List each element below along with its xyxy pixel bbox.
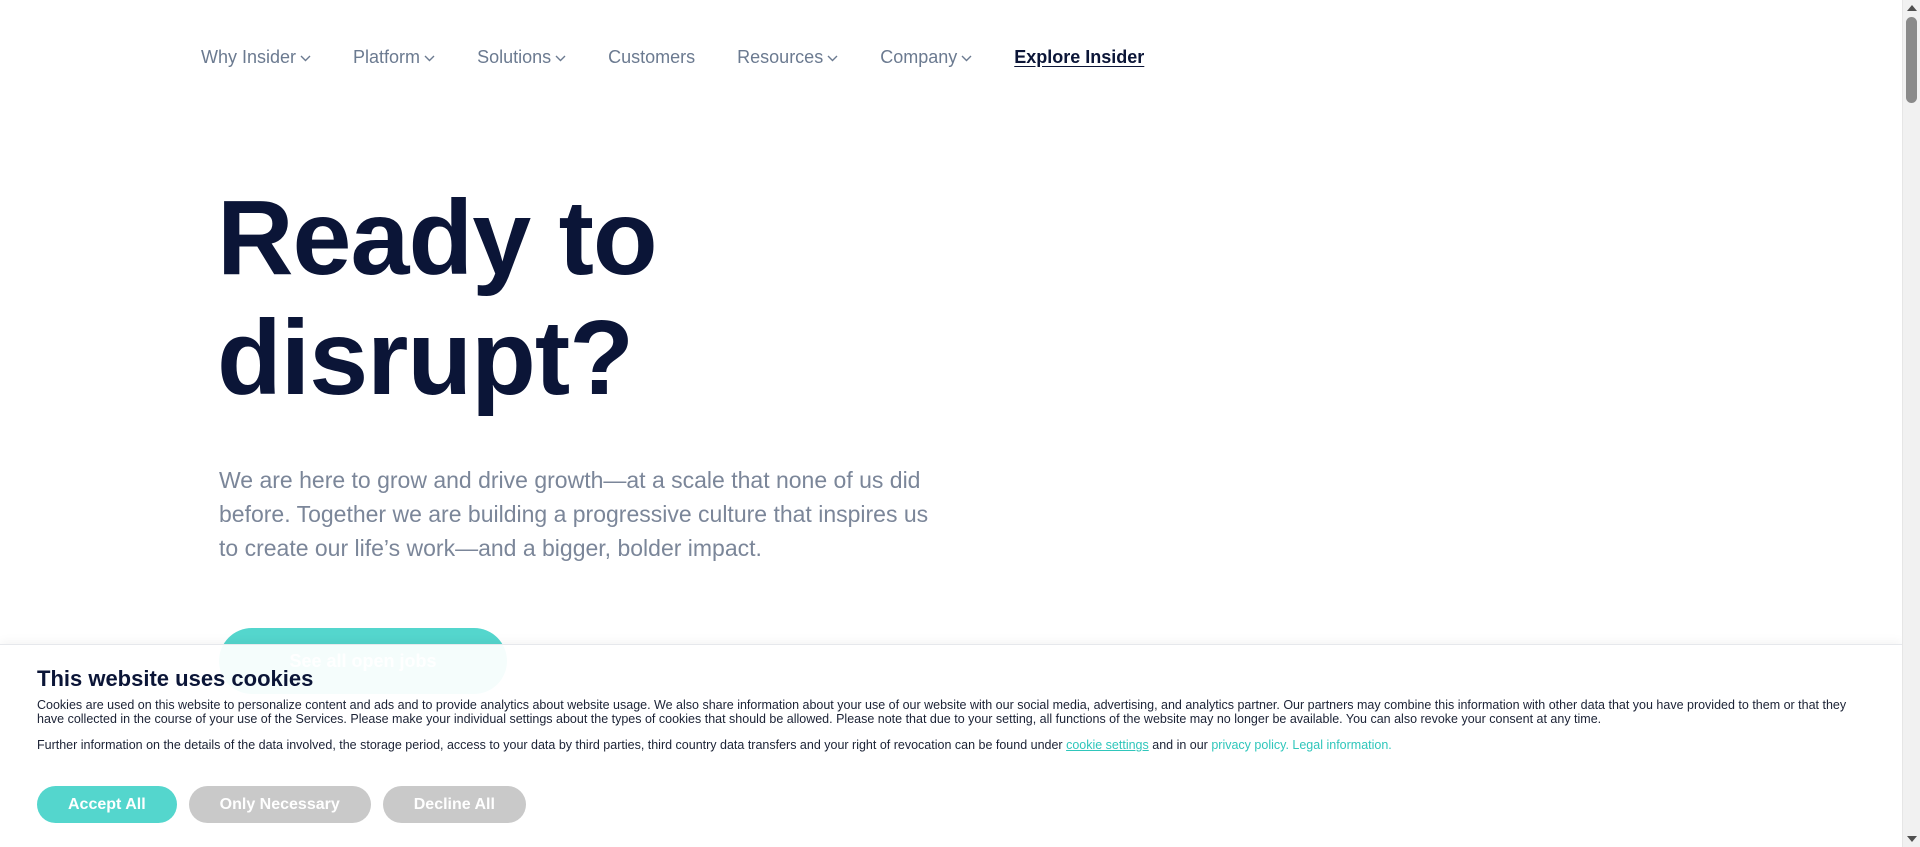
hero-title-line-1: Ready to [217, 179, 658, 297]
scroll-up-arrow-icon[interactable] [1907, 5, 1917, 11]
nav-item-resources[interactable]: Resources [737, 47, 838, 68]
accept-all-button[interactable]: Accept All [37, 786, 177, 823]
cookie-settings-link[interactable]: cookie settings [1066, 738, 1149, 752]
nav-item-company[interactable]: Company [880, 47, 972, 68]
nav-item-why-insider[interactable]: Why Insider [201, 47, 311, 68]
cookie-further-info-text: Further information on the details of th… [37, 738, 1063, 752]
hero-title: Ready to disrupt? [217, 178, 817, 418]
chevron-down-icon [424, 55, 435, 61]
scrollbar-thumb[interactable] [1906, 17, 1917, 103]
privacy-policy-link[interactable]: privacy policy. [1211, 738, 1289, 752]
decline-all-button[interactable]: Decline All [382, 786, 526, 823]
nav-item-label: Company [880, 46, 958, 67]
hero-title-line-2: disrupt? [217, 299, 634, 417]
nav-item-solutions[interactable]: Solutions [477, 47, 566, 68]
scroll-down-arrow-icon[interactable] [1907, 836, 1917, 842]
vertical-scrollbar[interactable] [1902, 0, 1920, 847]
cookie-further-info: Further information on the details of th… [37, 738, 1847, 752]
chevron-down-icon [555, 55, 566, 61]
cookie-and-text: and in our [1152, 738, 1208, 752]
only-necessary-button[interactable]: Only Necessary [188, 786, 371, 823]
nav-item-label: Solutions [477, 46, 552, 67]
nav-item-label: Why Insider [201, 46, 297, 67]
legal-information-link[interactable]: Legal information. [1292, 738, 1391, 752]
hero-subtitle: We are here to grow and drive growth—at … [219, 467, 929, 561]
nav-item-platform[interactable]: Platform [353, 47, 435, 68]
cookie-banner-title: This website uses cookies [37, 666, 314, 691]
nav-item-label: Customers [608, 46, 696, 67]
explore-insider-link[interactable]: Explore Insider [1014, 47, 1144, 68]
chevron-down-icon [300, 55, 311, 61]
nav-item-customers[interactable]: Customers [608, 47, 695, 68]
chevron-down-icon [827, 55, 838, 61]
cookie-button-row: Accept All Only Necessary Decline All [37, 786, 538, 823]
cookie-banner: This website uses cookies Cookies are us… [0, 644, 1902, 847]
chevron-down-icon [961, 55, 972, 61]
main-navigation: Why Insider Platform Solutions Customers… [201, 40, 1186, 74]
nav-item-label: Resources [737, 46, 824, 67]
nav-item-label: Platform [353, 46, 421, 67]
cookie-banner-body: Cookies are used on this website to pers… [37, 698, 1847, 726]
